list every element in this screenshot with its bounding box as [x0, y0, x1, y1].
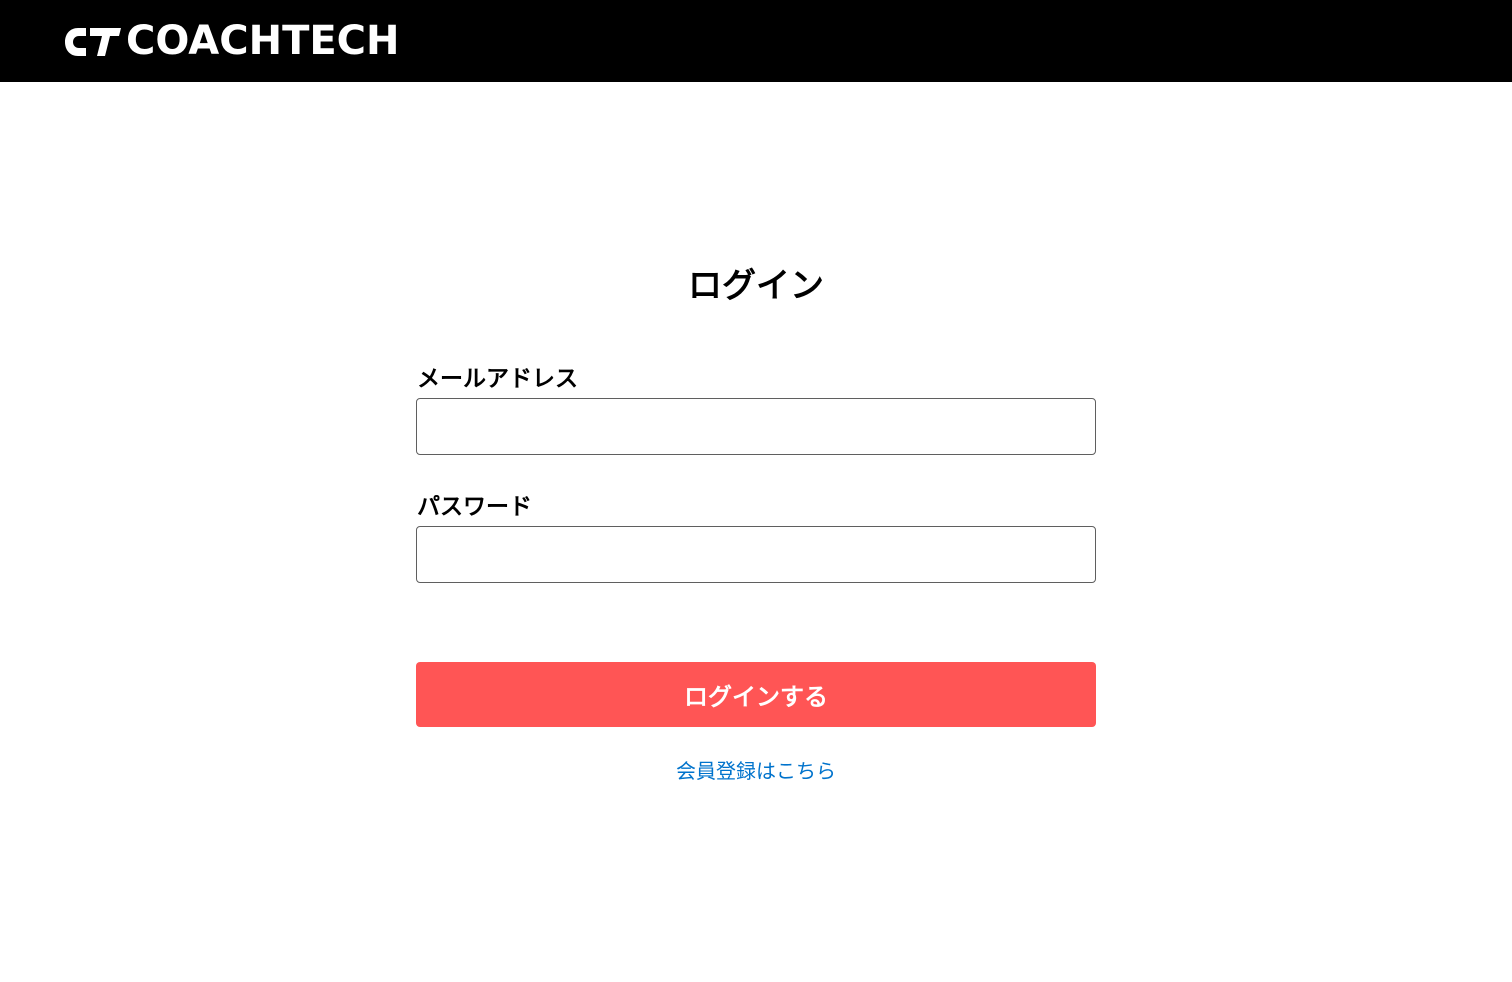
coachtech-logo[interactable]: COACHTECH [64, 20, 400, 62]
register-link[interactable]: 会員登録はこちら [676, 759, 836, 783]
logo-text: COACHTECH [126, 18, 400, 64]
email-field[interactable] [416, 398, 1096, 455]
email-label: メールアドレス [417, 366, 578, 392]
password-field[interactable] [416, 526, 1096, 583]
register-link-container: 会員登録はこちら [0, 757, 1512, 785]
site-header: COACHTECH [0, 0, 1512, 82]
login-button[interactable]: ログインする [416, 662, 1096, 727]
page-title: ログイン [688, 266, 824, 306]
ct-logo-mark-icon [65, 28, 121, 56]
password-label: パスワード [417, 494, 532, 520]
